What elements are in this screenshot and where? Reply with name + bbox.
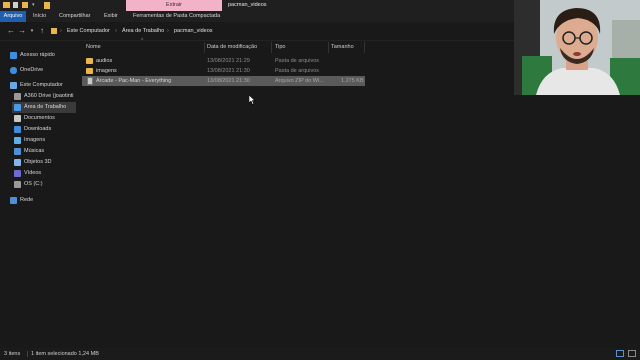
drive-icon [14,93,21,100]
file-row-arcade-pac-man[interactable]: Arcade - Pac-Man - Everything 13/08/2021… [82,76,365,86]
file-type: Pasta de arquivos [275,68,320,74]
status-divider [27,351,28,357]
breadcrumb-separator: › [115,28,117,34]
column-divider[interactable] [271,42,272,53]
sidebar-item-documentos[interactable]: Documentos [14,113,76,124]
disk-icon [14,181,21,188]
file-name: audios [96,58,113,64]
folder-icon [86,58,93,64]
recent-locations-chevron-icon[interactable]: ▾ [27,26,37,36]
column-header-tipo[interactable]: Tipo [275,42,286,53]
sidebar-item-downloads[interactable]: Downloads [14,124,76,135]
sidebar-item-onedrive[interactable]: OneDrive [10,65,90,76]
breadcrumb-separator: › [60,28,62,34]
folder-icon[interactable] [3,2,10,8]
sidebar-item-musicas[interactable]: Músicas [14,146,76,157]
column-header-nome[interactable]: Nome [86,42,101,53]
up-arrow-icon[interactable]: ↑ [37,26,47,36]
column-header-data[interactable]: Data de modificação [207,42,257,53]
breadcrumb-area-de-trabalho[interactable]: Área de Trabalho [122,26,164,37]
video-icon [14,170,21,177]
breadcrumb-este-computador[interactable]: Este Computador [67,26,110,37]
window-title: pacman_videos [228,2,267,8]
folder-title-icon [44,2,50,9]
sidebar-item-objetos-3d[interactable]: Objetos 3D [14,157,76,168]
sidebar-item-area-de-trabalho[interactable]: Área de Trabalho [12,102,76,113]
column-header-tamanho[interactable]: Tamanho [331,42,354,53]
tab-inicio[interactable]: Início [33,11,46,22]
sidebar-item-a360-drive[interactable]: A360 Drive (joaotinti [14,91,76,102]
sidebar-item-acesso-rapido[interactable]: Acesso rápido [10,50,90,61]
forward-arrow-icon[interactable]: → [17,26,27,36]
file-type: Pasta de arquivos [275,58,320,64]
column-divider[interactable] [328,42,329,53]
cloud-icon [10,67,17,74]
mouse-cursor-icon [249,95,256,105]
file-date: 13/08/2021 21:29 [207,58,250,64]
status-item-count: 3 itens [4,351,21,357]
breadcrumb-separator: › [167,28,169,34]
file-row-imagens[interactable]: imagens 13/08/2021 21:30 Pasta de arquiv… [82,66,365,76]
image-icon [14,137,21,144]
tab-compartilhar[interactable]: Compartilhar [59,11,90,22]
music-icon [14,148,21,155]
sort-up-icon: ^ [141,38,144,44]
computer-icon [10,82,17,89]
file-name: imagens [96,68,117,74]
desktop-icon [14,104,21,111]
file-name: Arcade - Pac-Man - Everything [96,78,172,84]
status-selection: 1 item selecionado 1,24 MB [31,351,99,357]
properties-icon[interactable] [13,2,18,8]
zip-icon [87,77,93,85]
navigation-pane: Acesso rápido OneDrive Este Computador A… [0,42,80,348]
breadcrumb-pacman-videos[interactable]: pacman_videos [174,26,213,37]
file-date: 13/08/2021 21:30 [207,78,250,84]
column-divider[interactable] [204,42,205,53]
webcam-overlay [514,0,640,95]
download-icon [14,126,21,133]
tab-arquivo[interactable]: Arquivo [0,11,26,22]
sidebar-item-rede[interactable]: Rede [10,195,90,206]
network-icon [10,197,17,204]
column-divider[interactable] [364,42,365,53]
document-icon [14,115,21,122]
file-size: 1.275 KB [341,78,364,84]
folder-address-icon [51,28,57,34]
details-view-icon[interactable] [616,350,624,357]
cube-icon [14,159,21,166]
sidebar-item-videos[interactable]: Vídeos [14,168,76,179]
tab-exibir[interactable]: Exibir [104,11,118,22]
extract-context-tab[interactable]: Extrair [126,0,222,11]
tab-ferramentas-pasta-compactada[interactable]: Ferramentas de Pasta Compactada [133,11,220,22]
folder-icon [86,68,93,74]
sidebar-item-imagens[interactable]: Imagens [14,135,76,146]
file-date: 13/08/2021 21:30 [207,68,250,74]
file-row-audios[interactable]: audios 13/08/2021 21:29 Pasta de arquivo… [82,56,365,66]
star-icon [10,52,17,59]
large-icons-view-icon[interactable] [628,350,636,357]
sidebar-item-este-computador[interactable]: Este Computador [10,80,90,91]
sidebar-item-os-c[interactable]: OS (C:) [14,179,76,190]
new-folder-icon[interactable] [22,2,28,8]
file-type: Arquivo ZIP do Wi... [275,78,324,84]
back-arrow-icon[interactable]: ← [6,26,16,36]
quick-access-dropdown-icon[interactable]: ▾ [32,0,35,11]
